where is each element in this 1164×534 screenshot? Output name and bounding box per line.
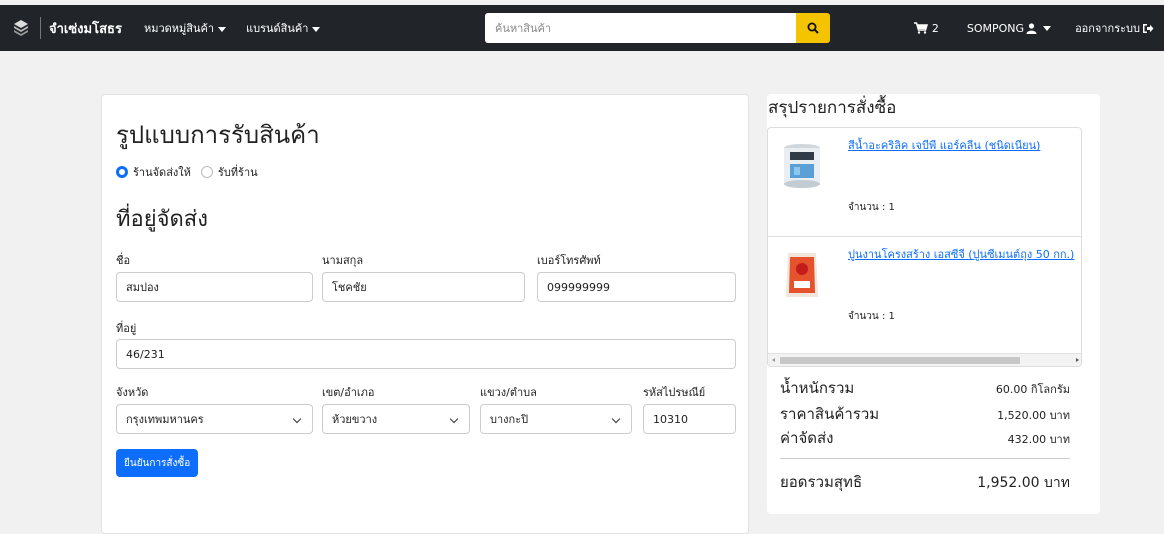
order-items-list: สีน้ำอะคริลิค เจบีพี แอร์คลีน (ชนิดเนียน… bbox=[767, 127, 1082, 367]
cart-button[interactable]: 2 bbox=[913, 21, 939, 35]
caret-down-icon bbox=[312, 26, 321, 32]
province-select[interactable]: กรุงเทพมหานคร bbox=[116, 404, 313, 434]
paint-bucket-icon[interactable] bbox=[780, 140, 824, 192]
search-bar bbox=[485, 13, 830, 43]
menu-categories-label: หมวดหมู่สินค้า bbox=[143, 22, 215, 35]
scroll-left-icon[interactable] bbox=[772, 358, 775, 362]
subdistrict-select[interactable]: บางกะปิ bbox=[480, 404, 632, 434]
username: SOMPONG bbox=[966, 21, 1025, 35]
item-name-link[interactable]: ปูนงานโครงสร้าง เอสซีจี (ปูนซีเมนต์ถุง 5… bbox=[848, 245, 1074, 263]
phone-label: เบอร์โทรศัพท์ bbox=[537, 254, 601, 267]
scroll-right-icon[interactable] bbox=[1076, 358, 1079, 362]
cement-bag-icon[interactable] bbox=[780, 249, 824, 301]
subdistrict-value: บางกะปิ bbox=[490, 413, 529, 426]
weight-value: 60.00 กิโลกรัม bbox=[995, 383, 1070, 396]
province-value: กรุงเทพมหานคร bbox=[126, 413, 204, 426]
option-pickup[interactable]: รับที่ร้าน bbox=[200, 163, 258, 181]
caret-down-icon bbox=[218, 26, 227, 32]
top-navbar: จำเซ่งมโสธร หมวดหมู่สินค้า แบรนด์สินค้า … bbox=[0, 5, 1164, 51]
user-icon bbox=[1026, 22, 1037, 34]
search-input[interactable] bbox=[485, 13, 796, 43]
menu-brands[interactable]: แบรนด์สินค้า bbox=[246, 19, 321, 37]
total-value: 1,952.00 บาท bbox=[977, 475, 1070, 491]
cart-count: 2 bbox=[931, 21, 939, 35]
cart-icon bbox=[913, 22, 928, 34]
delivery-method-title: รูปแบบการรับสินค้า bbox=[116, 121, 320, 149]
phone-field[interactable]: 099999999 bbox=[537, 272, 736, 302]
district-select[interactable]: ห้วยขวาง bbox=[322, 404, 470, 434]
first-name-field[interactable]: สมปอง bbox=[116, 272, 313, 302]
total-label: ยอดรวมสุทธิ bbox=[780, 473, 863, 491]
scrollbar-thumb[interactable] bbox=[780, 357, 1020, 364]
province-label: จังหวัด bbox=[116, 386, 149, 399]
brand-name[interactable]: จำเซ่งมโสธร bbox=[49, 18, 122, 39]
brand[interactable]: จำเซ่งมโสธร bbox=[12, 17, 122, 39]
shipping-value: 432.00 บาท bbox=[1007, 433, 1070, 446]
store-logo-icon bbox=[12, 19, 30, 37]
list-item: สีน้ำอะคริลิค เจบีพี แอร์คลีน (ชนิดเนียน… bbox=[768, 128, 1081, 236]
shipping-address-title: ที่อยู่จัดส่ง bbox=[116, 207, 208, 232]
navbar-right: 2 SOMPONG ออกจากระบบ bbox=[913, 5, 1154, 51]
chevron-down-icon bbox=[292, 414, 302, 424]
delivery-options: ร้านจัดส่งให้ รับที่ร้าน bbox=[116, 163, 268, 181]
subdistrict-label: แขวง/ตำบล bbox=[480, 386, 537, 399]
item-quantity: จำนวน : 1 bbox=[848, 311, 895, 322]
weight-row: น้ำหนักรวม 60.00 กิโลกรัม bbox=[780, 376, 1070, 400]
weight-label: น้ำหนักรวม bbox=[780, 379, 855, 397]
search-icon bbox=[807, 22, 819, 34]
delivery-form-card: รูปแบบการรับสินค้า ร้านจัดส่งให้ รับที่ร… bbox=[101, 94, 749, 534]
user-menu[interactable]: SOMPONG bbox=[966, 21, 1052, 35]
radio-unselected-icon[interactable] bbox=[200, 166, 213, 178]
chevron-down-icon bbox=[611, 414, 621, 424]
district-value: ห้วยขวาง bbox=[332, 413, 378, 426]
district-label: เขต/อำเภอ bbox=[322, 386, 375, 399]
radio-selected-icon[interactable] bbox=[116, 166, 128, 178]
option-store-delivery[interactable]: ร้านจัดส่งให้ bbox=[116, 163, 191, 181]
postcode-field[interactable]: 10310 bbox=[643, 404, 736, 434]
first-name-label: ชื่อ bbox=[116, 254, 131, 267]
item-quantity: จำนวน : 1 bbox=[848, 202, 895, 213]
total-row: ยอดรวมสุทธิ 1,952.00 บาท bbox=[780, 470, 1070, 494]
sign-out-icon bbox=[1143, 23, 1154, 33]
subtotal-row: ราคาสินค้ารวม 1,520.00 บาท bbox=[780, 402, 1070, 426]
address-label: ที่อยู่ bbox=[116, 322, 137, 335]
brand-divider bbox=[40, 17, 41, 39]
search-button[interactable] bbox=[796, 13, 830, 43]
chevron-down-icon bbox=[449, 414, 459, 424]
menu-categories[interactable]: หมวดหมู่สินค้า bbox=[143, 19, 227, 37]
caret-down-icon bbox=[1043, 25, 1052, 31]
postcode-label: รหัสไปรษณีย์ bbox=[643, 386, 706, 399]
order-summary-title: สรุปรายการสั่งซื้อ bbox=[768, 98, 897, 118]
horizontal-scrollbar[interactable] bbox=[768, 353, 1081, 366]
last-name-label: นามสกุล bbox=[322, 254, 364, 267]
last-name-field[interactable]: โชคชัย bbox=[322, 272, 525, 302]
subtotal-label: ราคาสินค้ารวม bbox=[780, 405, 880, 423]
option-label: รับที่ร้าน bbox=[217, 166, 258, 179]
logout-label: ออกจากระบบ bbox=[1075, 22, 1140, 35]
item-name-link[interactable]: สีน้ำอะคริลิค เจบีพี แอร์คลีน (ชนิดเนียน… bbox=[848, 136, 1040, 154]
shipping-row: ค่าจัดส่ง 432.00 บาท bbox=[780, 426, 1070, 450]
logout-button[interactable]: ออกจากระบบ bbox=[1075, 19, 1154, 37]
menu-brands-label: แบรนด์สินค้า bbox=[246, 22, 309, 35]
subtotal-value: 1,520.00 บาท bbox=[997, 409, 1070, 422]
list-item: ปูนงานโครงสร้าง เอสซีจี (ปูนซีเมนต์ถุง 5… bbox=[768, 236, 1081, 344]
confirm-order-button[interactable]: ยืนยันการสั่งซื้อ bbox=[116, 449, 199, 477]
address-field[interactable]: 46/231 bbox=[116, 339, 736, 369]
option-label: ร้านจัดส่งให้ bbox=[133, 166, 191, 179]
summary-divider bbox=[780, 458, 1070, 459]
shipping-label: ค่าจัดส่ง bbox=[780, 429, 834, 447]
